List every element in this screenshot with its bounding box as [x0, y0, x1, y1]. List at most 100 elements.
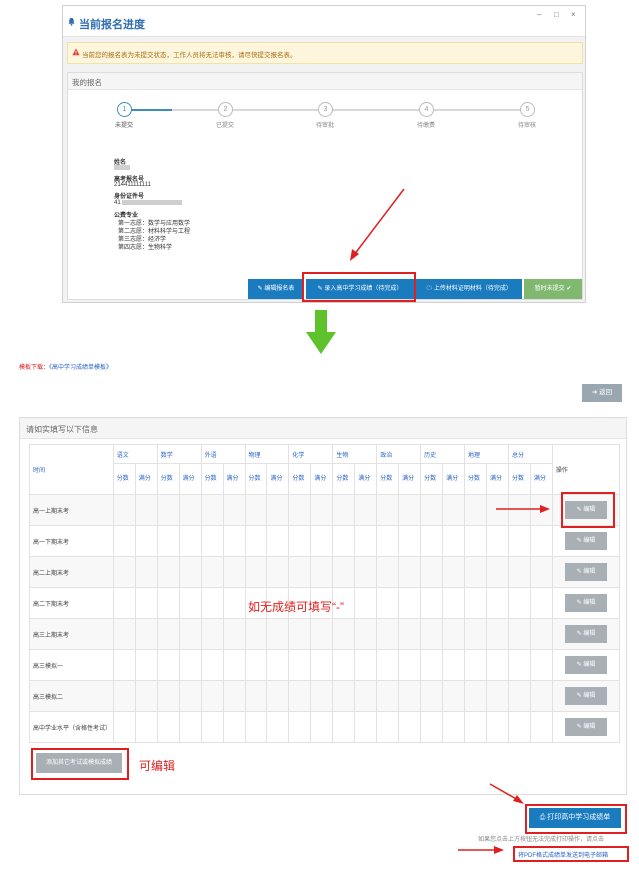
grade-cell[interactable] [376, 711, 400, 743]
edit-row-button[interactable]: ✎ 编辑 [564, 563, 607, 581]
grade-cell[interactable] [464, 711, 487, 743]
minimize-button[interactable]: – [537, 10, 541, 19]
grade-cell[interactable] [398, 587, 422, 619]
grade-cell[interactable] [222, 525, 246, 557]
grade-cell[interactable] [156, 494, 180, 526]
grade-cell[interactable] [200, 618, 224, 650]
grade-cell[interactable] [529, 649, 553, 681]
grade-cell[interactable] [332, 711, 356, 743]
grade-cell[interactable] [310, 494, 334, 526]
grade-cell[interactable] [112, 587, 136, 619]
grade-cell[interactable] [420, 525, 444, 557]
submit-button[interactable]: 暂时未提交 ✔ [524, 279, 582, 299]
grade-cell[interactable] [485, 649, 509, 681]
grade-cell[interactable] [112, 711, 136, 743]
grade-cell[interactable] [310, 556, 334, 588]
grade-cell[interactable] [244, 649, 268, 681]
maximize-button[interactable]: □ [554, 10, 559, 19]
grade-cell[interactable] [244, 525, 268, 557]
grade-cell[interactable] [354, 680, 378, 712]
grade-cell[interactable] [376, 587, 400, 619]
grade-cell[interactable] [529, 525, 553, 557]
grade-cell[interactable] [178, 711, 202, 743]
grade-cell[interactable] [222, 618, 246, 650]
grade-cell[interactable] [442, 525, 466, 557]
grade-cell[interactable] [354, 556, 378, 588]
grade-cell[interactable] [156, 618, 180, 650]
grade-cell[interactable] [507, 711, 531, 743]
grade-cell[interactable] [398, 618, 422, 650]
grade-cell[interactable] [134, 525, 158, 557]
grade-cell[interactable] [200, 711, 224, 743]
grade-cell[interactable] [222, 494, 246, 526]
grade-cell[interactable] [332, 494, 356, 526]
grade-cell[interactable] [156, 711, 180, 743]
grade-cell[interactable] [244, 618, 268, 650]
grade-cell[interactable] [485, 711, 509, 743]
edit-row-button[interactable]: ✎ 编辑 [564, 718, 607, 736]
grade-cell[interactable] [244, 556, 268, 588]
grade-cell[interactable] [529, 587, 553, 619]
grade-cell[interactable] [529, 680, 553, 712]
grade-cell[interactable] [420, 680, 444, 712]
grade-cell[interactable] [529, 556, 553, 588]
grade-cell[interactable] [244, 711, 268, 743]
grade-cell[interactable] [442, 649, 466, 681]
grade-cell[interactable] [266, 680, 290, 712]
grade-cell[interactable] [178, 556, 202, 588]
grade-cell[interactable] [354, 711, 378, 743]
template-link[interactable]: 《高中学习成绩单模板》 [49, 365, 112, 371]
grade-cell[interactable] [464, 649, 487, 681]
grade-cell[interactable] [156, 525, 180, 557]
grade-cell[interactable] [222, 711, 246, 743]
grade-cell[interactable] [288, 556, 312, 588]
grade-cell[interactable] [310, 711, 334, 743]
edit-row-button[interactable]: ✎ 编辑 [564, 594, 607, 612]
grade-cell[interactable] [134, 587, 158, 619]
grade-cell[interactable] [507, 587, 531, 619]
edit-row-button[interactable]: ✎ 编辑 [564, 656, 607, 674]
grade-cell[interactable] [442, 618, 466, 650]
grade-cell[interactable] [222, 680, 246, 712]
grade-cell[interactable] [266, 556, 290, 588]
grade-cell[interactable] [485, 618, 509, 650]
grade-cell[interactable] [200, 494, 224, 526]
back-button[interactable]: ➜ 返回 [582, 384, 622, 402]
grade-cell[interactable] [442, 494, 466, 526]
grade-cell[interactable] [442, 587, 466, 619]
grade-cell[interactable] [266, 525, 290, 557]
grade-cell[interactable] [134, 618, 158, 650]
grade-cell[interactable] [310, 618, 334, 650]
grade-cell[interactable] [112, 525, 136, 557]
grade-cell[interactable] [354, 494, 378, 526]
grade-cell[interactable] [266, 711, 290, 743]
grade-cell[interactable] [310, 680, 334, 712]
grade-cell[interactable] [420, 556, 444, 588]
grade-cell[interactable] [244, 494, 268, 526]
grade-cell[interactable] [354, 649, 378, 681]
grade-cell[interactable] [134, 556, 158, 588]
grade-cell[interactable] [485, 587, 509, 619]
edit-row-button[interactable]: ✎ 编辑 [564, 687, 607, 705]
grade-cell[interactable] [376, 525, 400, 557]
grade-cell[interactable] [178, 525, 202, 557]
grade-cell[interactable] [354, 525, 378, 557]
grade-cell[interactable] [266, 618, 290, 650]
grade-cell[interactable] [288, 680, 312, 712]
grade-cell[interactable] [332, 618, 356, 650]
grade-cell[interactable] [464, 680, 487, 712]
grade-cell[interactable] [112, 618, 136, 650]
grade-cell[interactable] [420, 587, 444, 619]
grade-cell[interactable] [464, 525, 487, 557]
grade-cell[interactable] [507, 556, 531, 588]
grade-cell[interactable] [485, 525, 509, 557]
grade-cell[interactable] [507, 618, 531, 650]
grade-cell[interactable] [376, 556, 400, 588]
grade-cell[interactable] [178, 587, 202, 619]
grade-cell[interactable] [507, 525, 531, 557]
grade-cell[interactable] [376, 680, 400, 712]
grade-cell[interactable] [112, 649, 136, 681]
grade-cell[interactable] [420, 494, 444, 526]
upload-materials-button[interactable]: ☁ 上传材料证明材料（待完成） [416, 279, 522, 299]
grade-cell[interactable] [200, 680, 224, 712]
